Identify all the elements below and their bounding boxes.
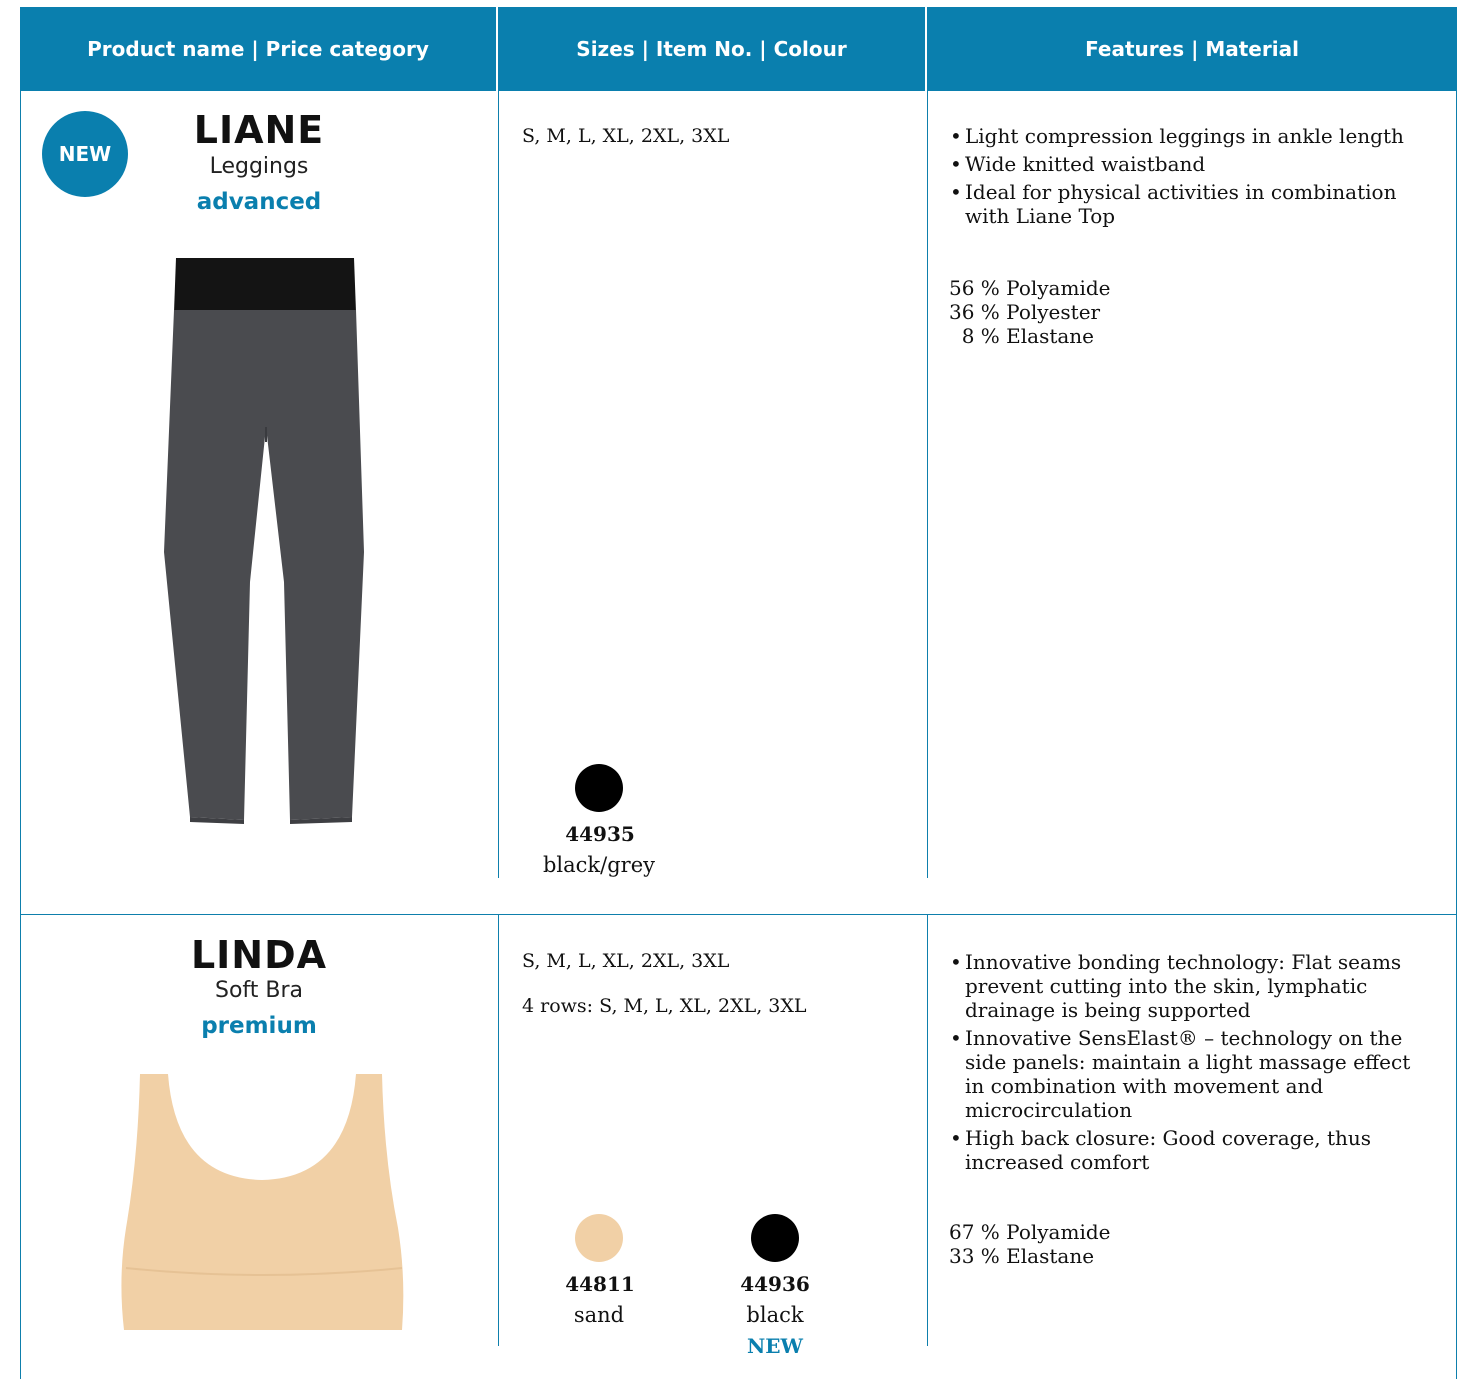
material-list: 67 % Polyamide 33 % Elastane [949,1220,1110,1268]
features-list: Innovative bonding technology: Flat seam… [948,950,1428,1178]
feature-item: Ideal for physical activities in combina… [948,180,1428,228]
colour-swatch-black-grey [575,764,623,812]
feature-item: Light compression leggings in ankle leng… [948,124,1428,148]
sizes-text: S, M, L, XL, 2XL, 3XL [522,125,730,147]
price-category: advanced [196,189,322,215]
material-item: 8 % Elastane [949,324,1095,348]
product-name: LINDA [190,933,328,977]
column-divider [498,914,499,1346]
column-divider [927,91,928,878]
feature-item: High back closure: Good coverage, thus i… [948,1126,1428,1174]
colour-swatch-black [751,1214,799,1262]
item-number: 44935 [565,822,635,846]
header-product-name: Product name | Price category [20,7,498,91]
product-type: Leggings [209,154,309,179]
item-number: 44811 [565,1272,635,1296]
sizes-rows-text: 4 rows: S, M, L, XL, 2XL, 3XL [522,995,807,1017]
product-catalog-page: Product name | Price category Sizes | It… [0,0,1462,1379]
material-item: 67 % Polyamide [949,1220,1111,1244]
colour-swatch-sand [575,1214,623,1262]
leggings-image [164,258,364,824]
material-list: 56 % Polyamide 36 % Polyester 8 % Elastan… [949,276,1110,348]
colour-name: black/grey [542,853,655,877]
product-type: Soft Bra [214,978,304,1003]
colour-name: sand [573,1303,625,1327]
soft-bra-image [121,1074,404,1330]
colour-name: black [746,1303,804,1327]
new-tag: NEW [747,1334,803,1358]
column-divider [498,91,499,878]
feature-item: Wide knitted waistband [948,152,1428,176]
sizes-text: S, M, L, XL, 2XL, 3XL [522,950,730,972]
header-features: Features | Material [1085,37,1299,61]
material-item: 36 % Polyester [949,300,1101,324]
price-category: premium [201,1013,317,1039]
material-item: 56 % Polyamide [949,276,1111,300]
column-divider [927,914,928,1346]
feature-item: Innovative bonding technology: Flat seam… [948,950,1428,1022]
table-header: Product name | Price category Sizes | It… [20,7,1457,91]
features-list: Light compression leggings in ankle leng… [948,124,1428,232]
header-sizes: Sizes | Item No. | Colour [498,7,927,91]
feature-item: Innovative SensElast® – technology on th… [948,1026,1428,1122]
row-divider [20,914,1457,915]
product-name: LIANE [193,108,325,152]
item-number: 44936 [740,1272,810,1296]
material-item: 33 % Elastane [949,1244,1095,1268]
